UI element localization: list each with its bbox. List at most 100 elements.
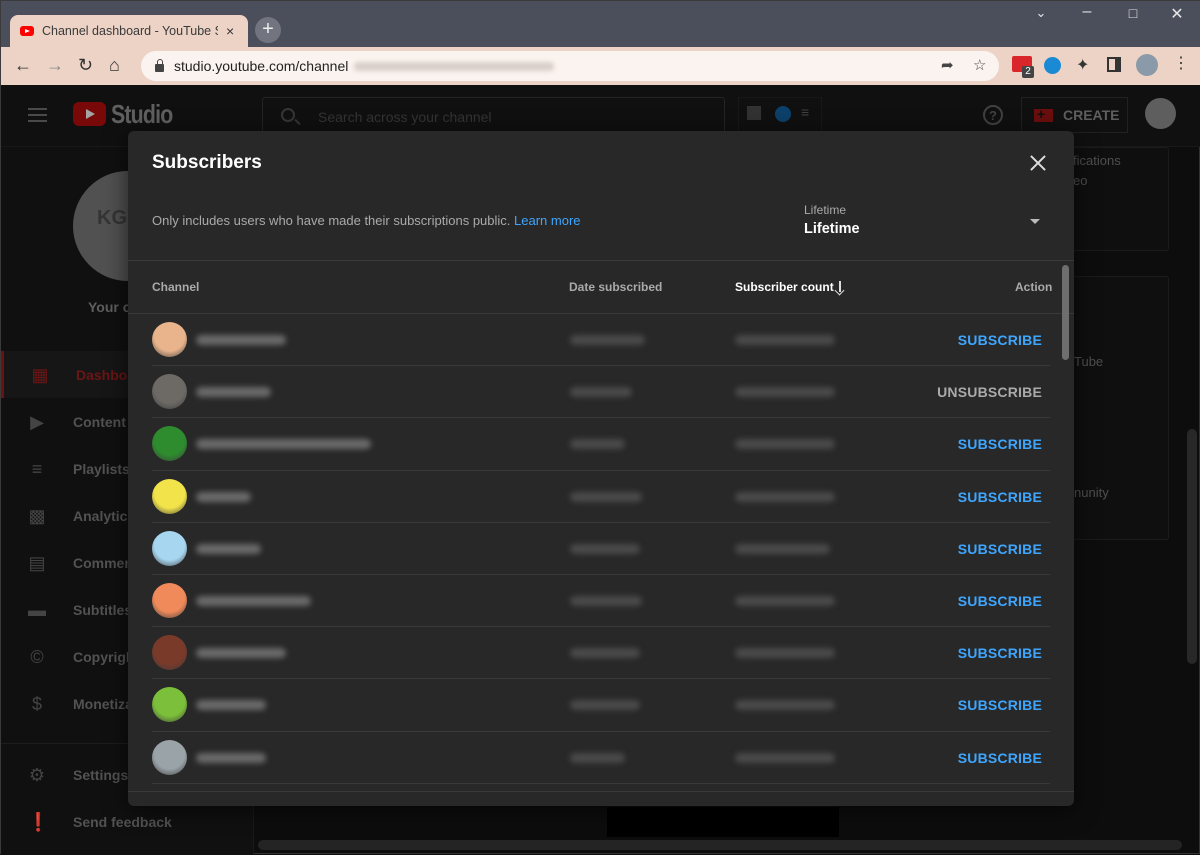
- table-row: UNSUBSCRIBE: [152, 366, 1050, 419]
- channel-avatar[interactable]: [152, 635, 187, 671]
- channel-avatar[interactable]: [152, 582, 187, 618]
- channel-name-redacted[interactable]: [196, 439, 371, 450]
- browser-tab[interactable]: Channel dashboard - YouTube Studio ×: [10, 15, 248, 47]
- dialog-footer-divider: [128, 791, 1074, 792]
- share-icon[interactable]: ➦: [941, 56, 954, 74]
- channel-name-redacted[interactable]: [196, 752, 266, 763]
- window-close-icon[interactable]: ✕: [1167, 4, 1187, 24]
- channel-avatar[interactable]: [152, 478, 187, 514]
- subscribers-dialog: Subscribers Only includes users who have…: [128, 131, 1074, 806]
- date-subscribed-redacted: [570, 700, 640, 711]
- sort-descending-icon[interactable]: [835, 281, 845, 294]
- channel-avatar[interactable]: [152, 530, 187, 566]
- extension-badge: 2: [1022, 66, 1034, 78]
- channel-name-redacted[interactable]: [196, 700, 266, 711]
- dialog-title: Subscribers: [152, 152, 262, 173]
- table-row: SUBSCRIBE: [152, 314, 1050, 367]
- subscriber-count-redacted: [735, 439, 835, 450]
- subscriber-count-redacted: [735, 491, 835, 502]
- tab-close-icon[interactable]: ×: [226, 23, 234, 39]
- channel-name-redacted[interactable]: [196, 543, 261, 554]
- subscribe-button[interactable]: SUBSCRIBE: [958, 541, 1042, 557]
- column-subscriber-count[interactable]: Subscriber count: [735, 280, 834, 294]
- period-label: Lifetime: [804, 203, 847, 217]
- close-icon[interactable]: [1026, 151, 1050, 175]
- subscriber-count-redacted: [735, 595, 835, 606]
- subscriber-count-redacted: [735, 387, 835, 398]
- table-row: SUBSCRIBE: [152, 732, 1050, 784]
- table-row: SUBSCRIBE: [152, 418, 1050, 471]
- forward-icon[interactable]: →: [46, 55, 64, 76]
- subscriber-count-redacted: [735, 752, 835, 763]
- subscriber-count-redacted: [735, 335, 835, 345]
- subscribe-button[interactable]: SUBSCRIBE: [958, 645, 1042, 661]
- subscribe-button[interactable]: SUBSCRIBE: [958, 750, 1042, 766]
- period-value: Lifetime: [804, 221, 860, 237]
- subscribe-button[interactable]: SUBSCRIBE: [958, 436, 1042, 452]
- subscribe-button[interactable]: SUBSCRIBE: [958, 489, 1042, 505]
- profile-avatar[interactable]: [1136, 54, 1158, 76]
- date-subscribed-redacted: [570, 439, 625, 450]
- learn-more-link[interactable]: Learn more: [514, 213, 580, 228]
- lock-icon: [155, 59, 164, 72]
- table-row: SUBSCRIBE: [152, 627, 1050, 680]
- unsubscribe-button[interactable]: UNSUBSCRIBE: [937, 384, 1042, 400]
- period-dropdown[interactable]: Lifetime Lifetime: [792, 197, 1052, 243]
- browser-window: Channel dashboard - YouTube Studio × + ⌄…: [0, 0, 1200, 855]
- home-icon[interactable]: ⌂: [109, 55, 120, 76]
- column-action: Action: [1015, 280, 1053, 294]
- url-redacted: [354, 61, 555, 71]
- date-subscribed-redacted: [570, 387, 632, 398]
- table-header: Channel Date subscribed Subscriber count…: [128, 261, 1074, 314]
- dropdown-caret-icon: [1030, 219, 1040, 224]
- date-subscribed-redacted: [570, 543, 640, 554]
- channel-name-redacted[interactable]: [196, 491, 251, 502]
- channel-avatar[interactable]: [152, 687, 187, 723]
- date-subscribed-redacted: [570, 648, 640, 659]
- extension-blue-icon[interactable]: [1044, 57, 1061, 74]
- subscribe-button[interactable]: SUBSCRIBE: [958, 697, 1042, 713]
- date-subscribed-redacted: [570, 595, 642, 606]
- channel-avatar[interactable]: [152, 374, 187, 410]
- browser-toolbar: ← → ↻ ⌂ studio.youtube.com/channel ➦ ☆ 2…: [1, 47, 1200, 85]
- maximize-icon[interactable]: □: [1123, 5, 1143, 21]
- column-channel[interactable]: Channel: [152, 280, 199, 294]
- url-text: studio.youtube.com/channel: [174, 58, 349, 74]
- bookmark-star-icon[interactable]: ☆: [973, 56, 986, 74]
- channel-name-redacted[interactable]: [196, 595, 311, 606]
- channel-avatar[interactable]: [152, 739, 187, 775]
- browser-menu-icon[interactable]: ⋮: [1173, 53, 1189, 73]
- channel-avatar[interactable]: [152, 322, 187, 357]
- date-subscribed-redacted: [570, 335, 645, 345]
- tab-search-chevron-icon[interactable]: ⌄: [1031, 5, 1051, 21]
- subscriber-count-redacted: [735, 543, 830, 554]
- channel-name-redacted[interactable]: [196, 335, 286, 345]
- channel-name-redacted[interactable]: [196, 648, 286, 659]
- youtube-favicon-icon: [20, 26, 34, 36]
- date-subscribed-redacted: [570, 491, 642, 502]
- minimize-icon[interactable]: –: [1077, 3, 1097, 21]
- subscribers-list: SUBSCRIBE UNSUBSCRIBE SUBSCRIBE SUBSCRIBE SU…: [152, 314, 1050, 784]
- reload-icon[interactable]: ↻: [78, 55, 93, 76]
- dialog-scrollbar[interactable]: [1062, 265, 1069, 360]
- channel-name-redacted[interactable]: [196, 387, 271, 398]
- new-tab-button[interactable]: +: [255, 17, 281, 43]
- subscribe-button[interactable]: SUBSCRIBE: [958, 332, 1042, 348]
- table-row: SUBSCRIBE: [152, 523, 1050, 575]
- subscriber-count-redacted: [735, 700, 835, 711]
- channel-avatar[interactable]: [152, 426, 187, 462]
- table-row: SUBSCRIBE: [152, 471, 1050, 523]
- column-date-subscribed[interactable]: Date subscribed: [569, 280, 662, 294]
- subscribe-button[interactable]: SUBSCRIBE: [958, 593, 1042, 609]
- side-panel-icon[interactable]: [1107, 57, 1121, 72]
- note-text: Only includes users who have made their …: [152, 213, 511, 228]
- table-row: SUBSCRIBE: [152, 575, 1050, 628]
- browser-titlebar: Channel dashboard - YouTube Studio × + ⌄…: [1, 1, 1200, 47]
- date-subscribed-redacted: [570, 752, 625, 763]
- back-icon[interactable]: ←: [14, 55, 32, 76]
- address-bar[interactable]: studio.youtube.com/channel ➦ ☆: [141, 51, 999, 81]
- tab-title: Channel dashboard - YouTube Studio: [42, 24, 218, 38]
- extensions-puzzle-icon[interactable]: ✦: [1076, 55, 1089, 75]
- subscriber-count-redacted: [735, 648, 835, 659]
- table-row: SUBSCRIBE: [152, 679, 1050, 732]
